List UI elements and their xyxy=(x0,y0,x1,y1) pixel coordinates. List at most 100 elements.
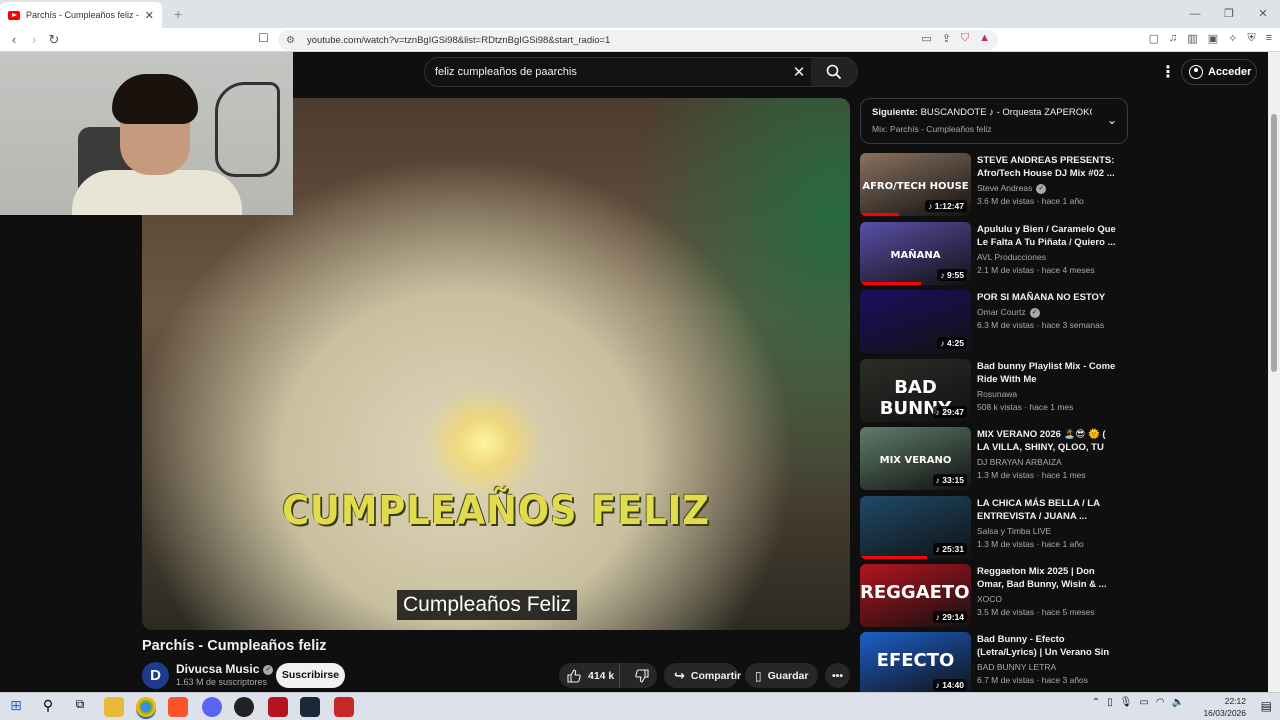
recommendation-channel[interactable]: Rosunawa xyxy=(977,389,1017,399)
recommendation-card[interactable]: MAÑANA ♪ 9:55 Apululu y Bien / Caramelo Qu… xyxy=(860,222,1120,286)
recommendation-title[interactable]: Reggaeton Mix 2025 | Don Omar, Bad Bunny… xyxy=(977,565,1117,591)
recommendation-title[interactable]: LA CHICA MÁS BELLA / LA ENTREVISTA / JUA… xyxy=(977,497,1117,523)
recommendation-title[interactable]: POR SI MAÑANA NO ESTOY xyxy=(977,291,1117,304)
volume-icon[interactable]: 🔈 xyxy=(1172,697,1184,708)
video-thumbnail[interactable]: BAD BUNNY ♪ 29:47 xyxy=(860,359,971,422)
recommendation-title[interactable]: STEVE ANDREAS PRESENTS: Afro/Tech House … xyxy=(977,154,1117,180)
clock[interactable]: 22:12 16/03/2026 xyxy=(1203,695,1246,719)
clear-search-icon[interactable]: ✕ xyxy=(787,63,811,81)
new-tab-button[interactable]: + xyxy=(174,6,182,22)
close-window-button[interactable]: ✕ xyxy=(1246,0,1280,28)
watch-progress xyxy=(860,556,927,559)
recommendation-channel[interactable]: XOCO xyxy=(977,594,1002,604)
recommendation-card[interactable]: BAD BUNNY ♪ 29:47 Bad bunny Playlist Mix -… xyxy=(860,359,1120,423)
channel-avatar[interactable]: D xyxy=(142,662,169,689)
wifi-icon[interactable]: ◠ xyxy=(1156,697,1165,708)
mic-icon[interactable]: 🎙 xyxy=(1120,697,1133,708)
brave-icon[interactable] xyxy=(168,697,188,717)
share-page-icon[interactable]: ⇪ xyxy=(942,32,951,45)
recommendation-channel[interactable]: Steve Andreas ✓ xyxy=(977,183,1047,194)
reader-icon[interactable]: ▥ xyxy=(1187,32,1197,45)
channel-name[interactable]: Divucsa Music ✓ xyxy=(176,662,274,676)
address-bar[interactable]: ⚙ youtube.com/watch?v=tznBgIGSi98&list=R… xyxy=(278,30,998,50)
start-icon[interactable]: ⊞ xyxy=(6,697,26,717)
signin-button[interactable]: Acceder xyxy=(1181,59,1257,85)
tray-chevron-icon[interactable]: ⌃ xyxy=(1092,697,1100,708)
reload-icon[interactable]: ↻ xyxy=(44,32,64,48)
recommendation-title[interactable]: Apululu y Bien / Caramelo Que Le Falta A… xyxy=(977,223,1117,249)
subscribe-button[interactable]: Suscribirse xyxy=(276,663,345,688)
recommendation-card[interactable]: ♪ 25:31 LA CHICA MÁS BELLA / LA ENTREVIST… xyxy=(860,496,1120,560)
recommendation-title[interactable]: MIX VERANO 2026 🏝️😎 🌞 ( LA VILLA, SHINY,… xyxy=(977,428,1117,454)
cast-icon[interactable]: ▭ xyxy=(921,32,931,45)
like-button[interactable]: 414 k xyxy=(559,663,620,688)
browser-tab[interactable]: Parchís - Cumpleaños feliz - You ✕ xyxy=(0,2,162,28)
notifications-icon[interactable]: ▤ xyxy=(1261,699,1272,713)
vpn-icon[interactable]: ⛨ xyxy=(1247,32,1255,45)
video-thumbnail[interactable]: EFECTO ♪ 14:40 xyxy=(860,632,971,692)
network-icon[interactable]: ▭ xyxy=(1139,697,1148,708)
video-duration: ♪ 29:47 xyxy=(932,406,967,418)
recommendation-channel[interactable]: Omar Courtz ✓ xyxy=(977,307,1040,318)
app-icon[interactable] xyxy=(268,697,288,717)
video-thumbnail[interactable]: ♪ 25:31 xyxy=(860,496,971,559)
recommendation-channel[interactable]: DJ BRAYAN ARBAIZA xyxy=(977,457,1062,467)
save-button[interactable]: ▯ Guardar xyxy=(745,663,818,688)
video-thumbnail[interactable]: MAÑANA ♪ 9:55 xyxy=(860,222,971,285)
recommendation-title[interactable]: Bad bunny Playlist Mix - Come Ride With … xyxy=(977,360,1117,386)
sidebar-toggle-icon[interactable]: ▢ xyxy=(1149,32,1159,45)
search-button[interactable] xyxy=(811,58,857,86)
search-taskbar-icon[interactable]: ⚲ xyxy=(38,697,58,717)
game-icon[interactable] xyxy=(334,697,354,717)
browser-extensions: ▢ ♫ ▥ ▣ ✧ ⛨ ≡ xyxy=(1149,32,1272,45)
search-input[interactable]: feliz cumpleaños de paarchis xyxy=(435,66,787,78)
battery-icon[interactable]: ▯ xyxy=(1107,697,1113,708)
task-view-icon[interactable]: ⧉ xyxy=(70,697,90,717)
recommendation-channel[interactable]: Salsa y Timba LIVE xyxy=(977,526,1051,536)
back-icon[interactable]: ‹ xyxy=(4,32,24,47)
music-icon[interactable]: ♫ xyxy=(1169,32,1177,45)
forward-icon[interactable]: › xyxy=(24,32,44,47)
rewards-icon[interactable]: ▲ xyxy=(979,32,990,45)
video-thumbnail[interactable]: AFRO/TECH HOUSE ♪ 1:12:47 xyxy=(860,153,971,216)
browser-menu-icon[interactable]: ≡ xyxy=(1266,32,1272,45)
scrollbar-thumb[interactable] xyxy=(1271,114,1277,372)
tab-close-button[interactable]: ✕ xyxy=(145,9,154,22)
minimize-button[interactable]: — xyxy=(1178,0,1212,28)
file-explorer-icon[interactable] xyxy=(104,697,124,717)
recommendation-card[interactable]: REGGAETON ♪ 29:14 Reggaeton Mix 2025 | Don… xyxy=(860,564,1120,628)
discord-icon[interactable] xyxy=(202,697,222,717)
obs-icon[interactable] xyxy=(234,697,254,717)
leo-ai-icon[interactable]: ✧ xyxy=(1228,32,1237,45)
recommendation-card[interactable]: AFRO/TECH HOUSE ♪ 1:12:47 STEVE ANDREAS PR… xyxy=(860,153,1120,217)
video-thumbnail[interactable]: REGGAETON ♪ 29:14 xyxy=(860,564,971,627)
exercise-bike xyxy=(215,82,280,177)
dislike-button[interactable] xyxy=(626,668,657,684)
wallet-icon[interactable]: ▣ xyxy=(1208,32,1218,45)
watch-progress xyxy=(860,282,922,285)
bookmark-icon[interactable]: ☐ xyxy=(258,31,269,45)
share-button[interactable]: ↪ Compartir xyxy=(664,663,741,688)
brave-shield-icon[interactable]: ⛉ xyxy=(961,32,969,45)
search-icon xyxy=(826,64,842,80)
chevron-down-icon[interactable]: ⌄ xyxy=(1107,113,1117,127)
settings-menu-icon[interactable]: ⋮ xyxy=(1160,62,1176,82)
recommendation-channel[interactable]: BAD BUNNY LETRA xyxy=(977,662,1056,672)
chrome-icon[interactable] xyxy=(136,697,156,717)
recommendation-channel[interactable]: AVL Producciones xyxy=(977,252,1046,262)
video-thumbnail[interactable]: MIX VERANO ♪ 33:15 xyxy=(860,427,971,490)
page-scrollbar[interactable] xyxy=(1268,52,1280,692)
recommendation-card[interactable]: ♪ 4:25 POR SI MAÑANA NO ESTOY Omar Courtz ✓… xyxy=(860,290,1120,354)
windows-taskbar: ⊞ ⚲ ⧉ ⌃ ▯ 🎙 ▭ ◠ 🔈 22:12 16/03/2026 ▤ xyxy=(0,692,1280,720)
site-info-icon[interactable]: ⚙ xyxy=(286,35,295,46)
steam-icon[interactable] xyxy=(300,697,320,717)
window-controls: — ❐ ✕ xyxy=(1178,0,1280,28)
recommendation-card[interactable]: MIX VERANO ♪ 33:15 MIX VERANO 2026 🏝️😎 🌞 (… xyxy=(860,427,1120,491)
recommendation-card[interactable]: EFECTO ♪ 14:40 Bad Bunny - Efecto (Letra/L… xyxy=(860,632,1120,692)
video-thumbnail[interactable]: ♪ 4:25 xyxy=(860,290,971,353)
more-actions-button[interactable]: ••• xyxy=(825,663,850,688)
search-bar[interactable]: feliz cumpleaños de paarchis ✕ xyxy=(424,57,858,87)
restore-button[interactable]: ❐ xyxy=(1212,0,1246,28)
up-next-panel[interactable]: Siguiente: BUSCANDOTE ♪ - Orquesta ZAPER… xyxy=(860,98,1128,144)
recommendation-title[interactable]: Bad Bunny - Efecto (Letra/Lyrics) | Un V… xyxy=(977,633,1117,659)
